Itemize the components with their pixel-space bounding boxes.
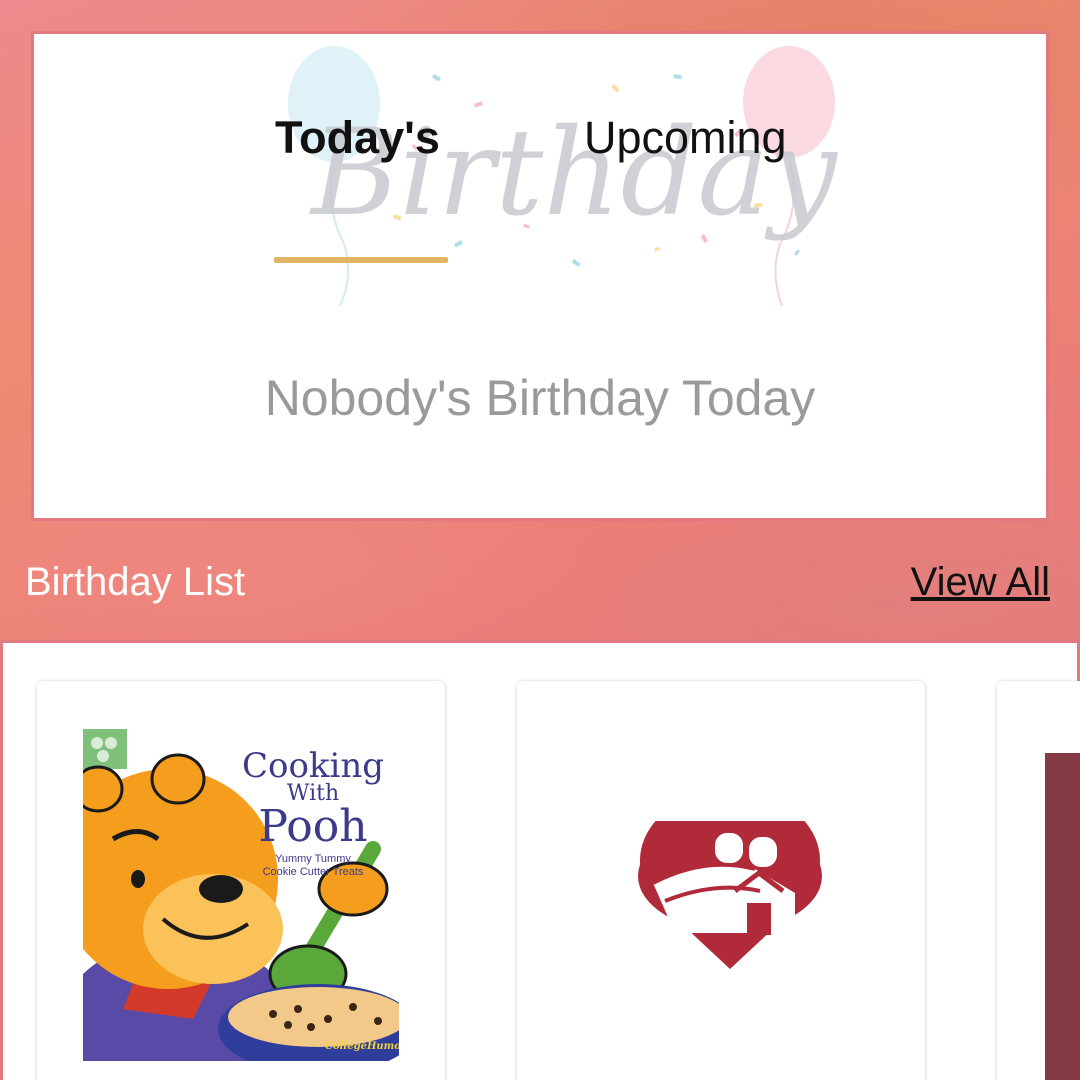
partial-card-image	[1045, 753, 1080, 1080]
barn-location-logo-icon	[638, 821, 822, 969]
birthday-card[interactable]	[997, 681, 1080, 1080]
birthday-tabs-card: Birthday Today's Upcoming Nobody's Birth…	[31, 31, 1049, 521]
tab-bar: Today's Upcoming	[34, 112, 1046, 263]
birthday-list-header: Birthday List View All	[0, 540, 1080, 630]
birthday-list-panel: Cooking With Pooh Yummy Tummy Cookie Cut…	[0, 640, 1080, 1080]
birthday-list-title: Birthday List	[25, 560, 246, 604]
book-subtitle: Yummy Tummy Cookie Cutter Treats	[262, 853, 364, 878]
active-tab-indicator	[274, 257, 448, 263]
book-cover-image: Cooking With Pooh Yummy Tummy Cookie Cut…	[83, 729, 399, 1061]
tab-todays[interactable]: Today's	[275, 112, 440, 164]
tab-upcoming[interactable]: Upcoming	[584, 112, 787, 164]
book-brand: CollegeHumor	[325, 1041, 399, 1052]
view-all-link[interactable]: View All	[911, 560, 1050, 605]
birthday-card[interactable]: Cooking With Pooh Yummy Tummy Cookie Cut…	[37, 681, 445, 1080]
book-title: Cooking With Pooh	[241, 746, 385, 852]
birthday-card[interactable]	[517, 681, 925, 1080]
empty-birthday-message: Nobody's Birthday Today	[264, 370, 816, 426]
